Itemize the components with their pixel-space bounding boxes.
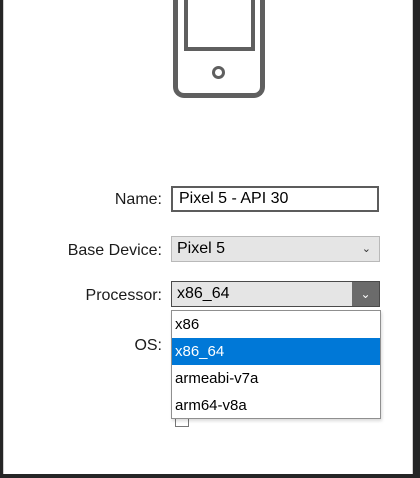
phone-icon xyxy=(173,0,265,98)
base-device-label: Base Device: xyxy=(67,242,162,259)
obscured-text xyxy=(195,419,315,424)
processor-option[interactable]: x86 xyxy=(172,311,380,338)
phone-home-button xyxy=(212,66,225,79)
phone-screen xyxy=(184,0,255,51)
processor-option-selected[interactable]: x86_64 xyxy=(172,338,380,365)
processor-option[interactable]: arm64-v8a xyxy=(172,392,380,419)
processor-value: x86_64 xyxy=(177,285,230,302)
name-field[interactable] xyxy=(171,186,379,212)
partially-hidden-checkbox-row xyxy=(171,419,331,427)
chevron-down-icon[interactable]: ⌄ xyxy=(352,282,379,306)
base-device-value: Pixel 5 xyxy=(177,240,226,257)
processor-select[interactable]: x86_64 ⌄ xyxy=(171,281,380,307)
checkbox[interactable] xyxy=(175,419,189,427)
chevron-down-icon: ⌄ xyxy=(361,243,371,255)
processor-label: Processor: xyxy=(85,287,162,304)
os-label: OS: xyxy=(134,337,162,354)
base-device-select[interactable]: Pixel 5 ⌄ xyxy=(171,236,380,262)
device-editor-dialog: Name: Base Device: Pixel 5 ⌄ Processor: … xyxy=(3,0,413,474)
processor-option[interactable]: armeabi-v7a xyxy=(172,365,380,392)
name-label: Name: xyxy=(114,191,162,208)
processor-dropdown-list: x86 x86_64 armeabi-v7a arm64-v8a xyxy=(171,310,381,419)
